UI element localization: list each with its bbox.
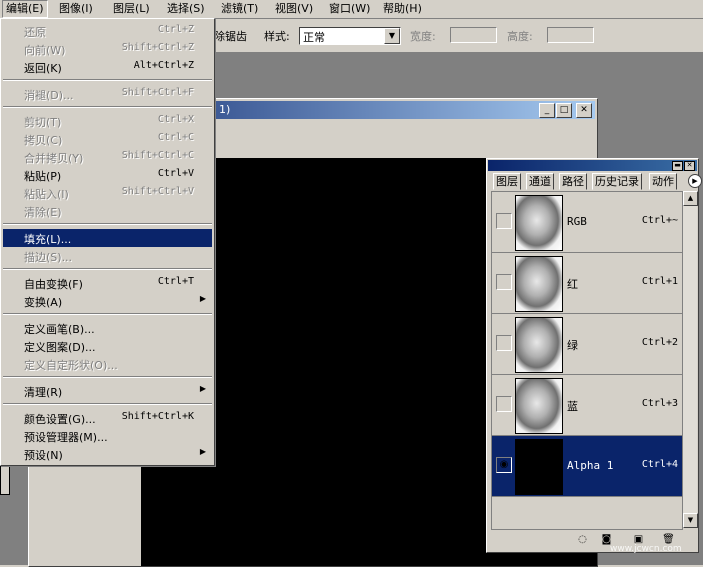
eye-icon[interactable]: ◉ <box>496 457 512 473</box>
channel-thumbnail <box>515 317 563 373</box>
channel-row-red[interactable]: 红 Ctrl+1 <box>492 253 682 314</box>
channel-thumbnail <box>515 256 563 312</box>
menu-item-clear[interactable]: 清除(E) <box>3 202 212 220</box>
close-button[interactable]: ✕ <box>576 103 592 118</box>
height-field[interactable] <box>547 27 594 43</box>
scroll-down-arrow-icon[interactable]: ▼ <box>683 513 698 528</box>
menu-select[interactable]: 选择(S) <box>164 1 208 17</box>
menu-help[interactable]: 帮助(H) <box>380 1 425 17</box>
submenu-arrow-icon: ▶ <box>199 384 206 393</box>
menu-item-undo[interactable]: 还原 Ctrl+Z <box>3 22 212 40</box>
submenu-arrow-icon: ▶ <box>199 294 206 303</box>
menu-separator <box>3 403 212 405</box>
width-field[interactable] <box>450 27 497 43</box>
menu-separator <box>3 223 212 225</box>
menu-item-paste-into[interactable]: 粘贴入(I) Shift+Ctrl+V <box>3 184 212 202</box>
menu-image[interactable]: 图像(I) <box>56 1 96 17</box>
style-select-value: 正常 <box>303 31 325 44</box>
menu-item-free-transform[interactable]: 自由变换(F) Ctrl+T <box>3 274 212 292</box>
menu-item-presets[interactable]: 预设(N) ▶ <box>3 445 212 463</box>
visibility-toggle[interactable] <box>496 274 512 290</box>
menu-window[interactable]: 窗口(W) <box>326 1 373 17</box>
visibility-toggle[interactable] <box>496 335 512 351</box>
menu-item-purge[interactable]: 清理(R) ▶ <box>3 382 212 400</box>
menu-layer[interactable]: 图层(L) <box>110 1 153 17</box>
channel-list-scrollbar[interactable]: ▲ ▼ <box>682 191 698 528</box>
menu-separator <box>3 79 212 81</box>
palette-title-bar[interactable]: ▬ ✕ <box>488 160 697 171</box>
menu-separator <box>3 106 212 108</box>
menu-separator <box>3 376 212 378</box>
channels-palette: ▬ ✕ 图层 通道 路径 历史记录 动作 ▶ RGB Ctrl+~ 红 Ctrl… <box>486 158 702 553</box>
menu-item-copy-merged[interactable]: 合并拷贝(Y) Shift+Ctrl+C <box>3 148 212 166</box>
menu-item-stroke[interactable]: 描边(S)... <box>3 247 212 265</box>
channel-row-alpha-1[interactable]: ◉ Alpha 1 Ctrl+4 <box>492 436 682 497</box>
menu-item-fill[interactable]: 填充(L)... <box>3 229 212 247</box>
channel-list: RGB Ctrl+~ 红 Ctrl+1 绿 Ctrl+2 蓝 Ctrl+3 ◉ … <box>491 191 683 530</box>
menu-edit[interactable]: 编辑(E) <box>2 0 48 18</box>
submenu-arrow-icon: ▶ <box>199 447 206 456</box>
document-title: 1) <box>219 103 231 116</box>
menu-separator <box>3 313 212 315</box>
menu-separator <box>3 268 212 270</box>
channel-row-blue[interactable]: 蓝 Ctrl+3 <box>492 375 682 436</box>
palette-tabs: 图层 通道 路径 历史记录 动作 ▶ <box>493 173 702 190</box>
width-label: 宽度: <box>410 30 436 43</box>
tab-channels[interactable]: 通道 <box>526 173 554 190</box>
channel-row-rgb[interactable]: RGB Ctrl+~ <box>492 192 682 253</box>
menu-item-step-backward[interactable]: 返回(K) Alt+Ctrl+Z <box>3 58 212 76</box>
channel-thumbnail <box>515 439 563 495</box>
antialias-label[interactable]: 除锯齿 <box>214 28 247 44</box>
menu-item-define-pattern[interactable]: 定义图案(D)... <box>3 337 212 355</box>
channel-row-green[interactable]: 绿 Ctrl+2 <box>492 314 682 375</box>
menu-item-preset-manager[interactable]: 预设管理器(M)... <box>3 427 212 445</box>
style-label: 样式: <box>264 30 290 43</box>
tab-layers[interactable]: 图层 <box>493 173 521 190</box>
palette-menu-arrow-icon[interactable]: ▶ <box>688 174 702 188</box>
edit-menu-dropdown: 还原 Ctrl+Z 向前(W) Shift+Ctrl+Z 返回(K) Alt+Ctrl… <box>0 18 215 466</box>
scroll-up-arrow-icon[interactable]: ▲ <box>683 191 698 206</box>
tab-paths[interactable]: 路径 <box>559 173 587 190</box>
tab-history[interactable]: 历史记录 <box>592 173 642 190</box>
menu-view[interactable]: 视图(V) <box>272 1 316 17</box>
menu-item-define-brush[interactable]: 定义画笔(B)... <box>3 319 212 337</box>
visibility-toggle[interactable] <box>496 213 512 229</box>
palette-close-button[interactable]: ✕ <box>684 161 695 171</box>
menu-item-fade[interactable]: 消褪(D)... Shift+Ctrl+F <box>3 85 212 103</box>
tab-actions[interactable]: 动作 <box>649 173 677 190</box>
menu-item-cut[interactable]: 剪切(T) Ctrl+X <box>3 112 212 130</box>
height-label: 高度: <box>507 30 533 43</box>
minimize-button[interactable]: _ <box>539 103 555 118</box>
palette-minimize-button[interactable]: ▬ <box>672 161 683 171</box>
menu-item-copy[interactable]: 拷贝(C) Ctrl+C <box>3 130 212 148</box>
channel-thumbnail <box>515 378 563 434</box>
visibility-toggle[interactable] <box>496 396 512 412</box>
menu-item-define-custom-shape[interactable]: 定义自定形状(O)... <box>3 355 212 373</box>
load-selection-icon[interactable]: ◌ <box>575 533 590 547</box>
toolbox-edge[interactable] <box>0 463 10 495</box>
menu-filter[interactable]: 滤镜(T) <box>218 1 261 17</box>
watermark: www.jcwcn.com <box>610 544 682 554</box>
menu-bar: 编辑(E) 图像(I) 图层(L) 选择(S) 滤镜(T) 视图(V) 窗口(W… <box>0 0 703 19</box>
style-select[interactable]: 正常 ▼ <box>299 27 401 45</box>
chevron-down-icon[interactable]: ▼ <box>384 28 400 44</box>
maximize-button[interactable]: □ <box>556 103 572 118</box>
menu-item-paste[interactable]: 粘贴(P) Ctrl+V <box>3 166 212 184</box>
menu-item-color-settings[interactable]: 颜色设置(G)... Shift+Ctrl+K <box>3 409 212 427</box>
menu-item-transform[interactable]: 变换(A) ▶ <box>3 292 212 310</box>
menu-item-step-forward[interactable]: 向前(W) Shift+Ctrl+Z <box>3 40 212 58</box>
channel-thumbnail <box>515 195 563 251</box>
